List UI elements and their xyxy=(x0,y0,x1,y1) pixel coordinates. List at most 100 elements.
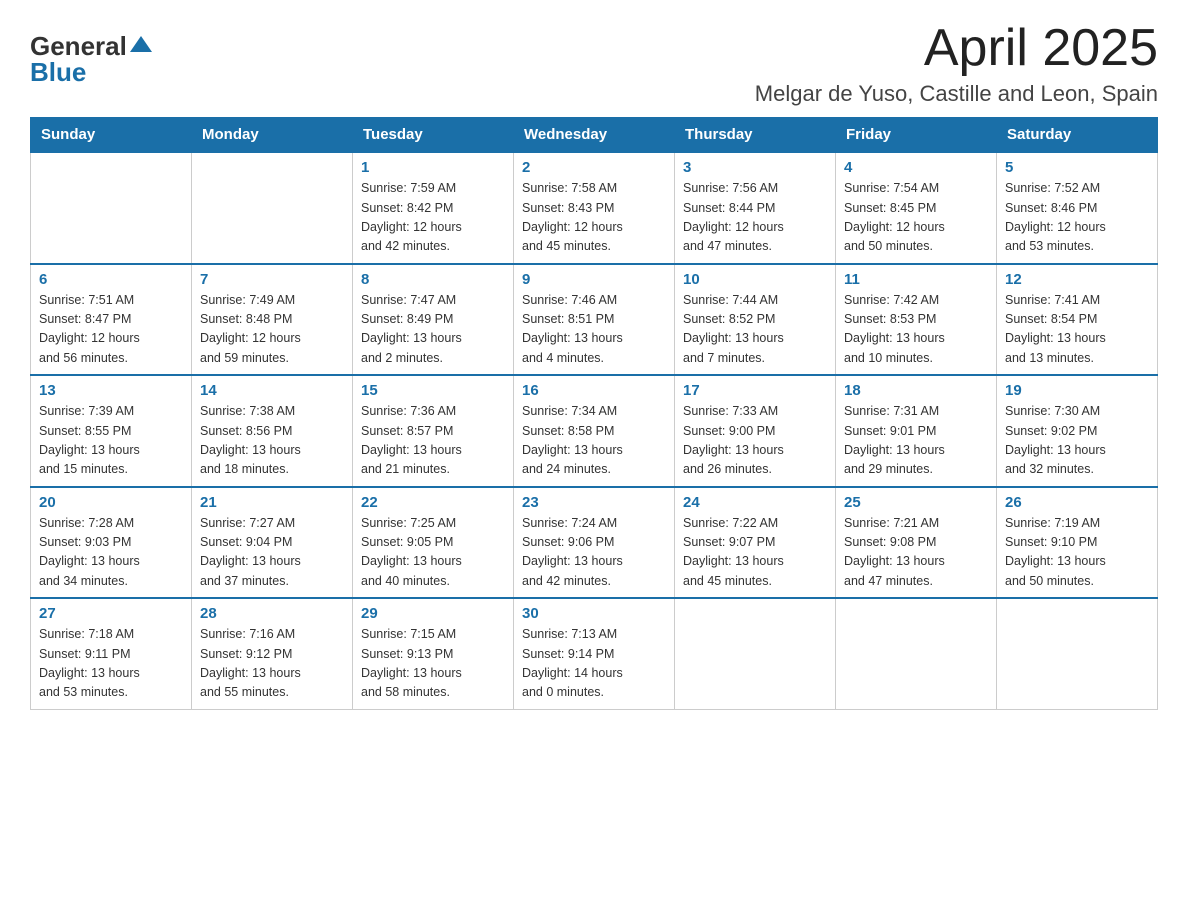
calendar-cell xyxy=(192,152,353,264)
day-info: Sunrise: 7:34 AM Sunset: 8:58 PM Dayligh… xyxy=(522,402,666,480)
day-number: 11 xyxy=(844,271,988,288)
calendar-cell: 5Sunrise: 7:52 AM Sunset: 8:46 PM Daylig… xyxy=(997,152,1158,264)
day-info: Sunrise: 7:24 AM Sunset: 9:06 PM Dayligh… xyxy=(522,514,666,592)
day-info: Sunrise: 7:25 AM Sunset: 9:05 PM Dayligh… xyxy=(361,514,505,592)
day-info: Sunrise: 7:54 AM Sunset: 8:45 PM Dayligh… xyxy=(844,179,988,257)
calendar-cell: 2Sunrise: 7:58 AM Sunset: 8:43 PM Daylig… xyxy=(514,152,675,264)
calendar-cell: 13Sunrise: 7:39 AM Sunset: 8:55 PM Dayli… xyxy=(31,375,192,487)
calendar-cell: 4 Sunrise: 7:54 AM Sunset: 8:45 PM Daylig… xyxy=(836,152,997,264)
day-info: Sunrise: 7:33 AM Sunset: 9:00 PM Dayligh… xyxy=(683,402,827,480)
day-number: 12 xyxy=(1005,271,1149,288)
calendar-cell: 14 Sunrise: 7:38 AM Sunset: 8:56 PM Dayli… xyxy=(192,375,353,487)
day-info: Sunrise: 7:30 AM Sunset: 9:02 PM Dayligh… xyxy=(1005,402,1149,480)
day-info: Sunrise: 7:41 AM Sunset: 8:54 PM Dayligh… xyxy=(1005,291,1149,369)
calendar-week-row: 6Sunrise: 7:51 AM Sunset: 8:47 PM Daylig… xyxy=(31,264,1158,376)
calendar-cell: 15 Sunrise: 7:36 AM Sunset: 8:57 PM Dayli… xyxy=(353,375,514,487)
day-info: Sunrise: 7:39 AM Sunset: 8:55 PM Dayligh… xyxy=(39,402,183,480)
day-number: 2 xyxy=(522,159,666,176)
calendar-cell: 1 Sunrise: 7:59 AM Sunset: 8:42 PM Daylig… xyxy=(353,152,514,264)
day-info: Sunrise: 7:52 AM Sunset: 8:46 PM Dayligh… xyxy=(1005,179,1149,257)
day-number: 10 xyxy=(683,271,827,288)
calendar-cell: 29Sunrise: 7:15 AM Sunset: 9:13 PM Dayli… xyxy=(353,598,514,709)
day-number: 22 xyxy=(361,494,505,511)
calendar-cell: 25Sunrise: 7:21 AM Sunset: 9:08 PM Dayli… xyxy=(836,487,997,599)
calendar-cell: 12 Sunrise: 7:41 AM Sunset: 8:54 PM Dayli… xyxy=(997,264,1158,376)
day-number: 24 xyxy=(683,494,827,511)
logo-general-text: General xyxy=(30,33,127,59)
calendar-week-row: 13Sunrise: 7:39 AM Sunset: 8:55 PM Dayli… xyxy=(31,375,1158,487)
day-info: Sunrise: 7:36 AM Sunset: 8:57 PM Dayligh… xyxy=(361,402,505,480)
day-number: 28 xyxy=(200,605,344,622)
day-number: 8 xyxy=(361,271,505,288)
logo-right: General Blue xyxy=(30,30,152,85)
day-number: 7 xyxy=(200,271,344,288)
calendar-cell: 16 Sunrise: 7:34 AM Sunset: 8:58 PM Dayli… xyxy=(514,375,675,487)
logo-blue-text: Blue xyxy=(30,59,86,85)
col-header-monday: Monday xyxy=(192,118,353,153)
day-number: 20 xyxy=(39,494,183,511)
calendar-cell: 23 Sunrise: 7:24 AM Sunset: 9:06 PM Dayli… xyxy=(514,487,675,599)
day-info: Sunrise: 7:56 AM Sunset: 8:44 PM Dayligh… xyxy=(683,179,827,257)
day-info: Sunrise: 7:27 AM Sunset: 9:04 PM Dayligh… xyxy=(200,514,344,592)
col-header-thursday: Thursday xyxy=(675,118,836,153)
day-number: 14 xyxy=(200,382,344,399)
logo-triangle-icon xyxy=(130,34,152,59)
day-number: 15 xyxy=(361,382,505,399)
calendar-cell: 24 Sunrise: 7:22 AM Sunset: 9:07 PM Dayli… xyxy=(675,487,836,599)
calendar-table: SundayMondayTuesdayWednesdayThursdayFrid… xyxy=(30,117,1158,710)
logo: General Blue xyxy=(30,30,152,85)
logo-line1: General xyxy=(30,30,152,59)
day-info: Sunrise: 7:44 AM Sunset: 8:52 PM Dayligh… xyxy=(683,291,827,369)
day-number: 1 xyxy=(361,159,505,176)
day-info: Sunrise: 7:31 AM Sunset: 9:01 PM Dayligh… xyxy=(844,402,988,480)
day-number: 27 xyxy=(39,605,183,622)
day-info: Sunrise: 7:46 AM Sunset: 8:51 PM Dayligh… xyxy=(522,291,666,369)
day-info: Sunrise: 7:28 AM Sunset: 9:03 PM Dayligh… xyxy=(39,514,183,592)
calendar-cell: 17 Sunrise: 7:33 AM Sunset: 9:00 PM Dayli… xyxy=(675,375,836,487)
page-title: April 2025 xyxy=(755,20,1158,77)
calendar-cell: 8 Sunrise: 7:47 AM Sunset: 8:49 PM Daylig… xyxy=(353,264,514,376)
day-info: Sunrise: 7:13 AM Sunset: 9:14 PM Dayligh… xyxy=(522,625,666,703)
day-number: 23 xyxy=(522,494,666,511)
calendar-week-row: 20 Sunrise: 7:28 AM Sunset: 9:03 PM Dayli… xyxy=(31,487,1158,599)
day-number: 21 xyxy=(200,494,344,511)
day-number: 17 xyxy=(683,382,827,399)
col-header-wednesday: Wednesday xyxy=(514,118,675,153)
calendar-header-row: SundayMondayTuesdayWednesdayThursdayFrid… xyxy=(31,118,1158,153)
calendar-cell: 9Sunrise: 7:46 AM Sunset: 8:51 PM Daylig… xyxy=(514,264,675,376)
day-number: 16 xyxy=(522,382,666,399)
calendar-cell xyxy=(31,152,192,264)
day-info: Sunrise: 7:49 AM Sunset: 8:48 PM Dayligh… xyxy=(200,291,344,369)
calendar-cell: 26Sunrise: 7:19 AM Sunset: 9:10 PM Dayli… xyxy=(997,487,1158,599)
calendar-cell: 10 Sunrise: 7:44 AM Sunset: 8:52 PM Dayli… xyxy=(675,264,836,376)
day-number: 19 xyxy=(1005,382,1149,399)
title-area: April 2025 Melgar de Yuso, Castille and … xyxy=(755,20,1158,107)
calendar-cell: 30 Sunrise: 7:13 AM Sunset: 9:14 PM Dayli… xyxy=(514,598,675,709)
calendar-cell: 21 Sunrise: 7:27 AM Sunset: 9:04 PM Dayli… xyxy=(192,487,353,599)
calendar-cell: 27 Sunrise: 7:18 AM Sunset: 9:11 PM Dayli… xyxy=(31,598,192,709)
day-info: Sunrise: 7:38 AM Sunset: 8:56 PM Dayligh… xyxy=(200,402,344,480)
calendar-cell xyxy=(836,598,997,709)
day-info: Sunrise: 7:47 AM Sunset: 8:49 PM Dayligh… xyxy=(361,291,505,369)
calendar-cell: 7 Sunrise: 7:49 AM Sunset: 8:48 PM Daylig… xyxy=(192,264,353,376)
day-info: Sunrise: 7:18 AM Sunset: 9:11 PM Dayligh… xyxy=(39,625,183,703)
col-header-saturday: Saturday xyxy=(997,118,1158,153)
day-info: Sunrise: 7:22 AM Sunset: 9:07 PM Dayligh… xyxy=(683,514,827,592)
calendar-cell xyxy=(997,598,1158,709)
day-number: 6 xyxy=(39,271,183,288)
col-header-sunday: Sunday xyxy=(31,118,192,153)
header: General Blue April 2025 Melgar de Yuso, … xyxy=(30,20,1158,107)
calendar-cell: 11Sunrise: 7:42 AM Sunset: 8:53 PM Dayli… xyxy=(836,264,997,376)
col-header-friday: Friday xyxy=(836,118,997,153)
col-header-tuesday: Tuesday xyxy=(353,118,514,153)
day-number: 30 xyxy=(522,605,666,622)
day-number: 4 xyxy=(844,159,988,176)
day-info: Sunrise: 7:59 AM Sunset: 8:42 PM Dayligh… xyxy=(361,179,505,257)
day-info: Sunrise: 7:21 AM Sunset: 9:08 PM Dayligh… xyxy=(844,514,988,592)
calendar-week-row: 1 Sunrise: 7:59 AM Sunset: 8:42 PM Daylig… xyxy=(31,152,1158,264)
day-number: 3 xyxy=(683,159,827,176)
calendar-cell: 6Sunrise: 7:51 AM Sunset: 8:47 PM Daylig… xyxy=(31,264,192,376)
day-info: Sunrise: 7:15 AM Sunset: 9:13 PM Dayligh… xyxy=(361,625,505,703)
calendar-cell: 28Sunrise: 7:16 AM Sunset: 9:12 PM Dayli… xyxy=(192,598,353,709)
calendar-cell xyxy=(675,598,836,709)
